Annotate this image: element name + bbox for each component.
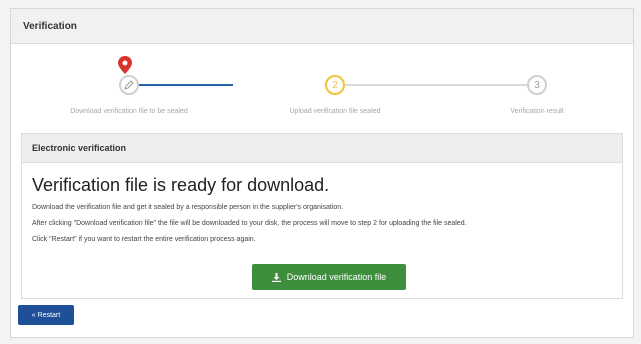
instruction-text-3: Click "Restart" if you want to restart t…: [32, 236, 256, 243]
section-header: Electronic verification: [22, 134, 622, 163]
step-2-label: Upload verification file sealed: [289, 108, 381, 115]
progress-stepper: 2 3 Download verification file to be sea…: [11, 44, 633, 122]
step-3-label: Verification result: [510, 108, 564, 115]
panel-title: Verification: [23, 20, 77, 32]
ready-heading: Verification file is ready for download.: [32, 175, 330, 195]
instruction-text-1: Download the verification file and get i…: [32, 204, 344, 211]
step-1-label: Download verification file to be sealed: [70, 108, 188, 115]
download-button-label: Download verification file: [286, 272, 387, 282]
step-1-circle: [119, 75, 139, 95]
section-title: Electronic verification: [32, 143, 127, 153]
download-icon: [271, 272, 281, 282]
restart-button-label: « Restart: [31, 311, 61, 319]
map-pin-icon: [118, 56, 132, 74]
pencil-icon: [124, 80, 134, 90]
instruction-text-2: After clicking "Download verification fi…: [32, 220, 467, 227]
step-connector-2: [345, 84, 527, 86]
restart-button[interactable]: « Restart: [18, 305, 74, 325]
electronic-verification-section: Electronic verification Verification fil…: [21, 133, 623, 299]
step-connector-1: [133, 84, 233, 86]
step-3-circle: 3: [527, 75, 547, 95]
panel-header: Verification: [11, 9, 633, 44]
download-verification-file-button[interactable]: Download verification file: [252, 264, 406, 290]
verification-panel: Verification 2 3 Download verification f…: [10, 8, 634, 338]
step-2-circle: 2: [325, 75, 345, 95]
